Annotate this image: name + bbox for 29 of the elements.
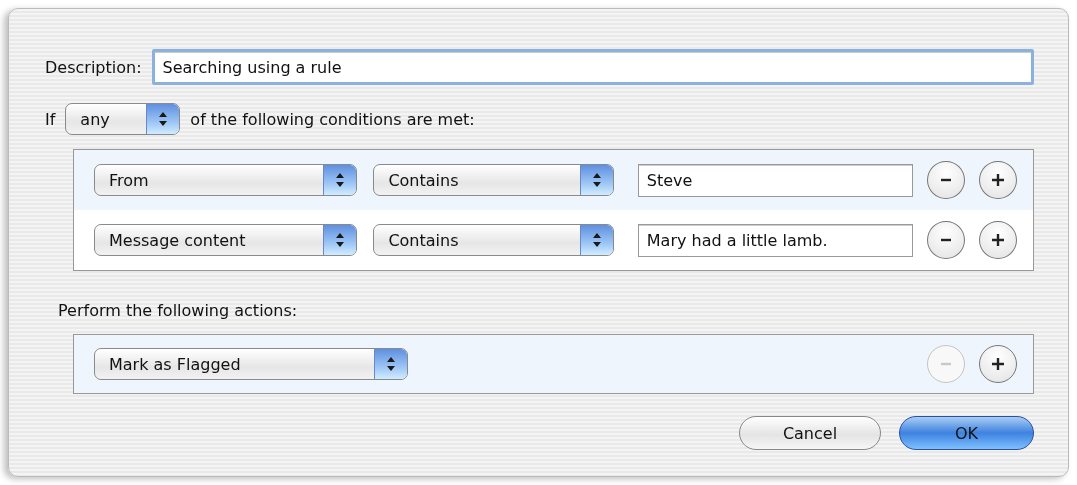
plus-icon [990, 172, 1007, 188]
plus-icon [990, 356, 1006, 372]
cancel-button[interactable]: Cancel [739, 416, 881, 450]
stepper-arrows-icon [579, 165, 613, 195]
add-button[interactable] [979, 345, 1017, 383]
stepper-arrows-icon [323, 225, 357, 255]
remove-button[interactable] [927, 221, 966, 259]
operator-popup[interactable]: Contains [373, 224, 614, 256]
if-label: If [45, 109, 56, 129]
stepper-arrows-icon [374, 349, 407, 379]
value-field[interactable]: Steve [637, 163, 914, 197]
action-popup[interactable]: Mark as Flagged [94, 348, 408, 380]
actions-label: Perform the following actions: [58, 301, 298, 320]
remove-button[interactable] [927, 161, 966, 199]
field-popup[interactable]: From [94, 164, 358, 196]
ok-button[interactable]: OK [899, 416, 1034, 450]
operator-popup[interactable]: Contains [373, 164, 614, 196]
plus-icon [990, 232, 1007, 248]
stepper-arrows-icon [323, 165, 357, 195]
stepper-arrows-icon [146, 104, 180, 134]
match-popup[interactable]: any [65, 103, 181, 135]
description-field[interactable]: Searching using a rule [151, 49, 1034, 85]
field-popup[interactable]: Message content [94, 224, 358, 256]
stepper-arrows-icon [579, 225, 613, 255]
description-label: Description: [45, 57, 142, 77]
add-button[interactable] [979, 221, 1017, 259]
add-button[interactable] [979, 161, 1017, 199]
conditions-label: of the following conditions are met: [190, 109, 475, 129]
value-field[interactable]: Mary had a little lamb. [637, 223, 914, 257]
